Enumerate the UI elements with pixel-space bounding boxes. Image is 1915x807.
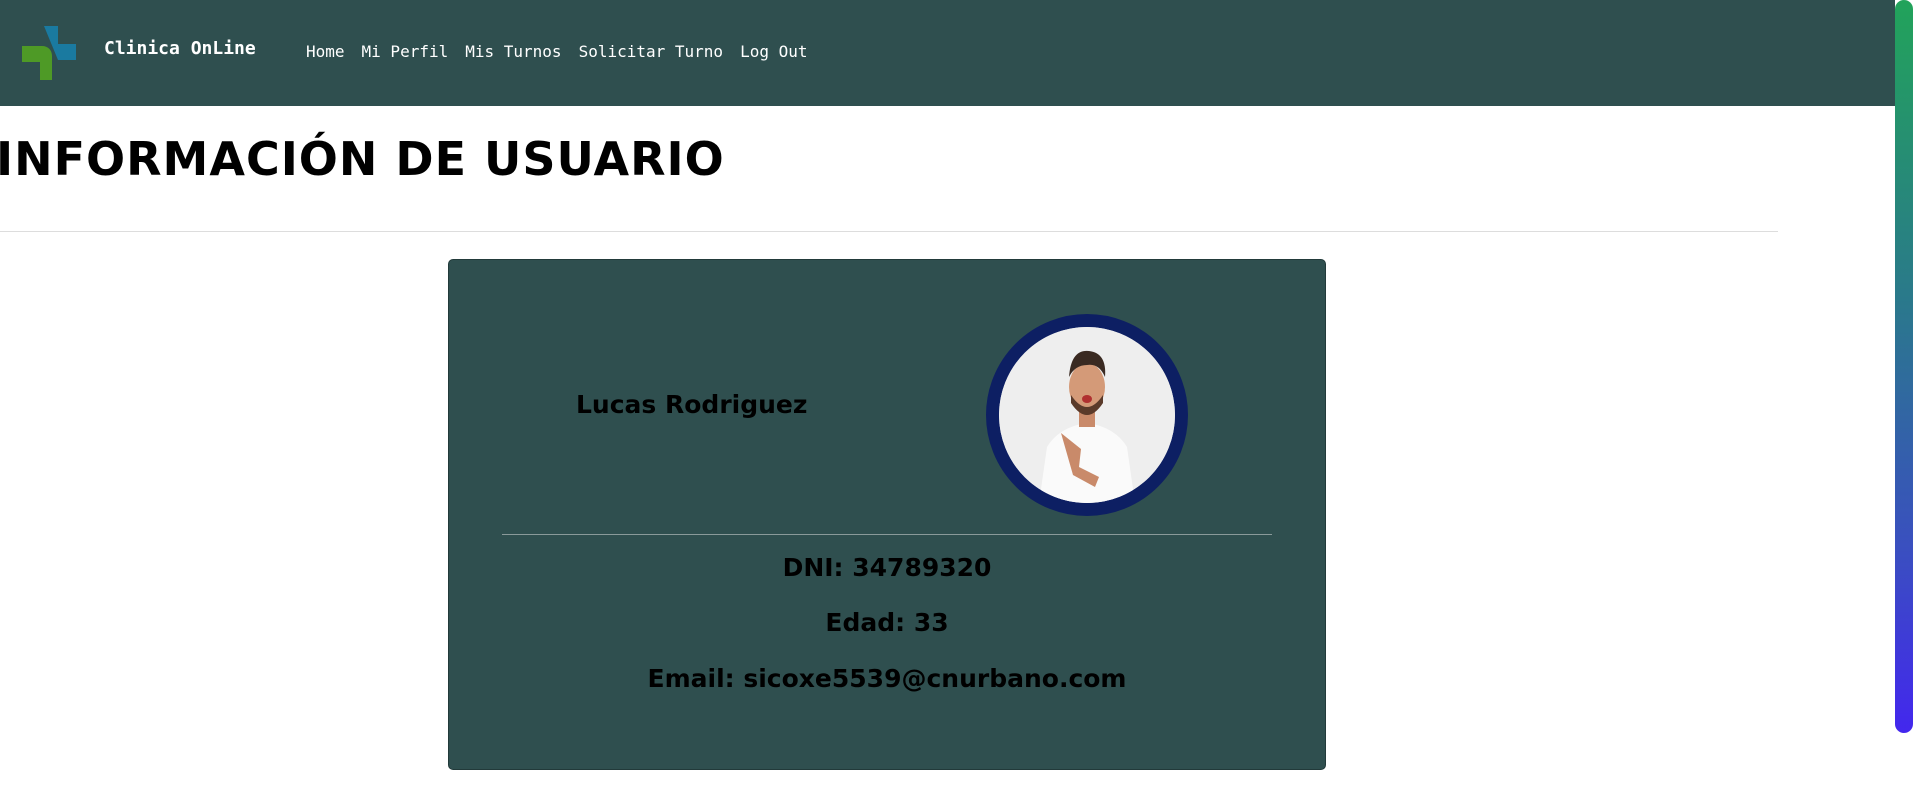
user-age: Edad: 33 xyxy=(825,608,949,637)
page-title: INFORMACIÓN DE USUARIO xyxy=(0,132,725,186)
nav-mis-turnos[interactable]: Mis Turnos xyxy=(465,42,561,61)
nav-links: Home Mi Perfil Mis Turnos Solicitar Turn… xyxy=(306,42,808,61)
user-email: Email: sicoxe5539@cnurbano.com xyxy=(647,664,1127,693)
clinic-logo-icon[interactable] xyxy=(22,26,78,80)
top-navbar: Clinica OnLine Home Mi Perfil Mis Turnos… xyxy=(0,0,1895,106)
card-divider xyxy=(502,534,1272,535)
user-name: Lucas Rodriguez xyxy=(576,390,808,419)
user-avatar xyxy=(986,314,1188,516)
scrollbar-thumb[interactable] xyxy=(1895,0,1913,733)
nav-solicitar-turno[interactable]: Solicitar Turno xyxy=(579,42,724,61)
user-info-card: Lucas Rodriguez DNI: 34789320 Edad: 33 E… xyxy=(448,259,1326,770)
nav-home[interactable]: Home xyxy=(306,42,345,61)
brand-name[interactable]: Clinica OnLine xyxy=(104,38,256,59)
user-dni: DNI: 34789320 xyxy=(782,553,992,582)
person-photo-icon xyxy=(999,327,1175,503)
nav-log-out[interactable]: Log Out xyxy=(740,42,807,61)
header-divider xyxy=(0,231,1778,232)
nav-mi-perfil[interactable]: Mi Perfil xyxy=(362,42,449,61)
